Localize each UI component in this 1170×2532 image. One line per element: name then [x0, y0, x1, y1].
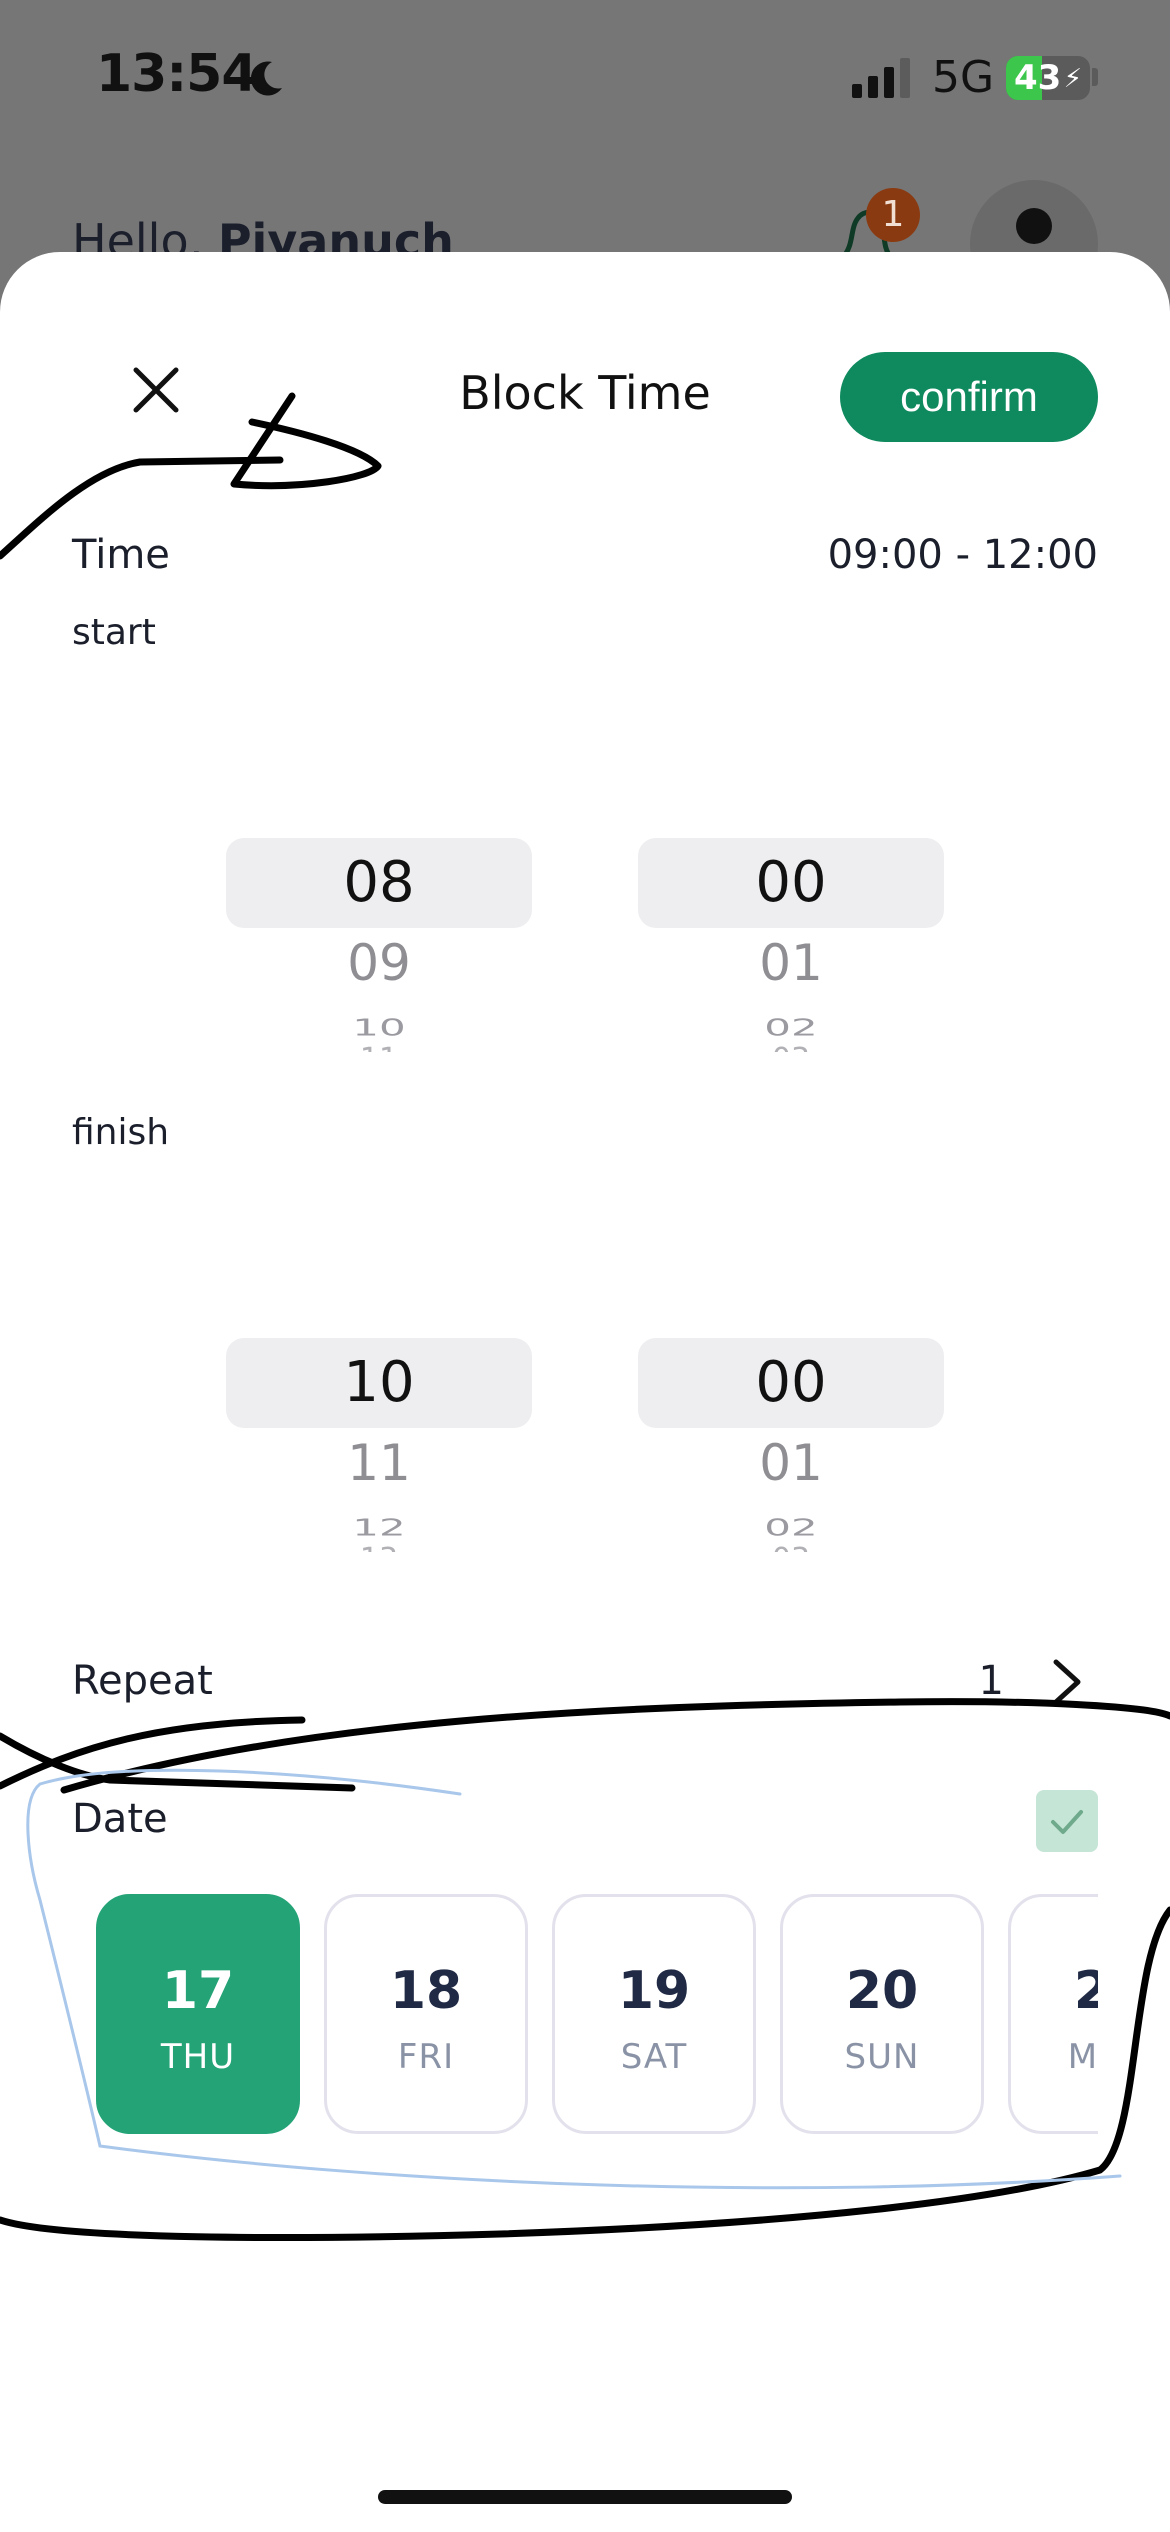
moon-icon: [250, 61, 282, 96]
notification-badge: 1: [866, 188, 920, 242]
date-weekday: SAT: [620, 2037, 688, 2077]
status-bar: 13:54 5G 43 ⚡: [0, 0, 1170, 150]
finish-hour-option[interactable]: 12: [226, 1514, 532, 1536]
time-label: Time: [72, 532, 170, 578]
start-hour-option[interactable]: 11: [226, 1042, 532, 1052]
chevron-right-icon[interactable]: [1048, 1658, 1084, 1706]
date-card[interactable]: 20 SUN: [780, 1894, 984, 2134]
bolt-icon: ⚡: [1063, 64, 1082, 94]
start-minute-option[interactable]: 01: [638, 934, 944, 992]
block-time-sheet: [0, 252, 1170, 2532]
start-label: start: [72, 612, 156, 653]
date-weekday: MON: [1067, 2037, 1098, 2077]
finish-hour-selected[interactable]: 10: [226, 1338, 532, 1428]
finish-minute-picker[interactable]: 00 01 02 03: [638, 1338, 944, 1588]
date-card[interactable]: 17 THU: [96, 1894, 300, 2134]
network-label: 5G: [932, 52, 995, 103]
date-card[interactable]: 21 MON: [1008, 1894, 1098, 2134]
time-range: 09:00 - 12:00: [827, 532, 1098, 578]
confirm-button[interactable]: confirm: [840, 352, 1098, 442]
battery-tip: [1092, 68, 1098, 86]
start-hour-picker[interactable]: 08 09 10 11: [226, 838, 532, 1088]
repeat-value[interactable]: 1: [979, 1658, 1004, 1704]
home-indicator[interactable]: [378, 2490, 792, 2504]
status-time: 13:54: [96, 44, 258, 104]
signal-icon: [852, 58, 910, 98]
date-number: 17: [161, 1961, 235, 2021]
finish-hour-option[interactable]: 13: [226, 1542, 532, 1552]
date-number: 20: [845, 1961, 919, 2021]
start-minute-picker[interactable]: 00 01 02 03: [638, 838, 944, 1088]
start-minute-selected[interactable]: 00: [638, 838, 944, 928]
date-weekday: THU: [160, 2037, 236, 2077]
date-label: Date: [72, 1796, 168, 1842]
screen: 13:54 5G 43 ⚡ Hello, Piyanuch 1 Block Ti…: [0, 0, 1170, 2532]
date-number: 19: [617, 1961, 691, 2021]
start-hour-selected[interactable]: 08: [226, 838, 532, 928]
start-minute-option[interactable]: 03: [638, 1042, 944, 1052]
checkmark-icon: [1051, 1810, 1083, 1834]
avatar-head: [1016, 208, 1052, 244]
date-weekday: FRI: [397, 2037, 455, 2077]
finish-hour-option[interactable]: 11: [226, 1434, 532, 1492]
start-hour-option[interactable]: 10: [226, 1014, 532, 1036]
battery-indicator: 43 ⚡: [1006, 56, 1090, 100]
date-number: 18: [389, 1961, 463, 2021]
date-checkbox[interactable]: [1036, 1790, 1098, 1852]
start-hour-option[interactable]: 09: [226, 934, 532, 992]
finish-label: finish: [72, 1112, 170, 1153]
finish-minute-selected[interactable]: 00: [638, 1338, 944, 1428]
finish-minute-option[interactable]: 02: [638, 1514, 944, 1536]
start-minute-option[interactable]: 02: [638, 1014, 944, 1036]
date-weekday: SUN: [844, 2037, 920, 2077]
battery-percent: 43: [1014, 58, 1062, 98]
date-card[interactable]: 18 FRI: [324, 1894, 528, 2134]
repeat-label: Repeat: [72, 1658, 213, 1704]
finish-minute-option[interactable]: 03: [638, 1542, 944, 1552]
finish-minute-option[interactable]: 01: [638, 1434, 944, 1492]
finish-hour-picker[interactable]: 10 11 12 13: [226, 1338, 532, 1588]
date-card[interactable]: 19 SAT: [552, 1894, 756, 2134]
date-number: 21: [1073, 1961, 1098, 2021]
date-strip[interactable]: 17 THU 18 FRI 19 SAT 20 SUN 21 MON: [96, 1894, 1098, 2138]
